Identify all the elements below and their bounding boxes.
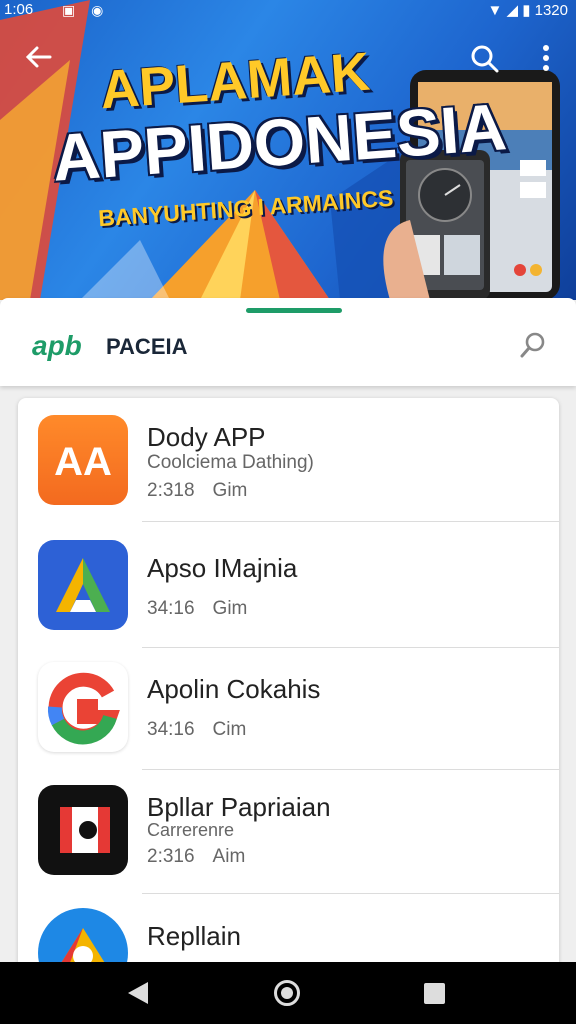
app-meta-time: 2:316: [147, 846, 195, 867]
app-meta-size: Aim: [212, 846, 246, 867]
app-aa-icon: AA: [38, 415, 128, 505]
notification-icons: ▣ ◉: [62, 2, 103, 19]
app-subtitle: Coolciema Dathing): [147, 452, 314, 473]
wifi-icon: ▼: [487, 2, 503, 19]
app-title: Apso IMajnia: [147, 553, 298, 583]
more-options-icon[interactable]: [540, 44, 552, 80]
app-meta-time: 2:318: [147, 480, 195, 501]
app-screen: 1:06 ▣ ◉ ▼ ◢ ▮ 1320 APLAMAK APPIDONESIA …: [0, 0, 576, 1024]
list-item[interactable]: Apso IMajnia 34:16 Gim: [18, 524, 559, 648]
nav-back-icon[interactable]: [128, 982, 148, 1004]
app-title: Apolin Cokahis: [147, 674, 321, 704]
list-item[interactable]: AA Dody APP Coolciema Dathing) 2:318 Gim: [18, 398, 559, 522]
app-title: Repllain: [147, 921, 241, 951]
system-nav-bar: [0, 962, 576, 1024]
battery-level: 1320: [534, 2, 568, 19]
battery-icon: ▮: [522, 2, 531, 19]
app-meta-time: 34:16: [147, 719, 195, 740]
app-meta: 34:16 Gim: [147, 598, 247, 620]
nav-recents-icon[interactable]: [424, 983, 445, 1004]
app-meta-time: 34:16: [147, 598, 195, 619]
app-meta-size: Cim: [212, 719, 247, 740]
brand-logo: apb: [32, 330, 82, 361]
app-triangle-icon: [38, 540, 128, 630]
signal-icon: ◢: [506, 2, 519, 19]
app-flag-icon: [38, 785, 128, 875]
app-list: AA Dody APP Coolciema Dathing) 2:318 Gim …: [18, 398, 559, 978]
status-right: ▼ ◢ ▮ 1320: [487, 1, 568, 19]
app-meta-size: Gim: [212, 598, 248, 619]
list-item[interactable]: Apolin Cokahis 34:16 Cim: [18, 646, 559, 770]
brand-header: apb PACEIA: [0, 298, 576, 386]
app-title: Bpllar Papriaian: [147, 792, 331, 822]
nav-home-icon[interactable]: [274, 980, 300, 1006]
notification-box-icon: ▣: [62, 2, 76, 18]
notification-app-icon: ◉: [91, 2, 104, 18]
svg-text:AA: AA: [54, 440, 112, 484]
app-title: Dody APP: [147, 422, 266, 452]
search-icon[interactable]: [518, 330, 548, 360]
search-icon[interactable]: [470, 44, 500, 80]
app-g-logo-icon: [38, 662, 128, 752]
app-subtitle: Carrerenre: [147, 820, 235, 840]
app-meta: 2:318 Gim: [147, 480, 247, 502]
app-meta: 34:16 Cim: [147, 719, 246, 741]
status-time: 1:06: [4, 1, 34, 18]
app-meta-size: Gim: [212, 480, 248, 501]
hero-banner: 1:06 ▣ ◉ ▼ ◢ ▮ 1320 APLAMAK APPIDONESIA …: [0, 0, 576, 300]
list-item[interactable]: Bpllar Papriaian Carrerenre 2:316 Aim: [18, 770, 559, 894]
divider: [142, 521, 559, 522]
back-arrow-icon[interactable]: [24, 42, 54, 78]
drag-handle[interactable]: [246, 308, 342, 313]
status-bar: 1:06 ▣ ◉ ▼ ◢ ▮ 1320: [0, 0, 576, 22]
brand-name: PACEIA: [106, 334, 188, 359]
app-meta: 2:316 Aim: [147, 846, 245, 868]
